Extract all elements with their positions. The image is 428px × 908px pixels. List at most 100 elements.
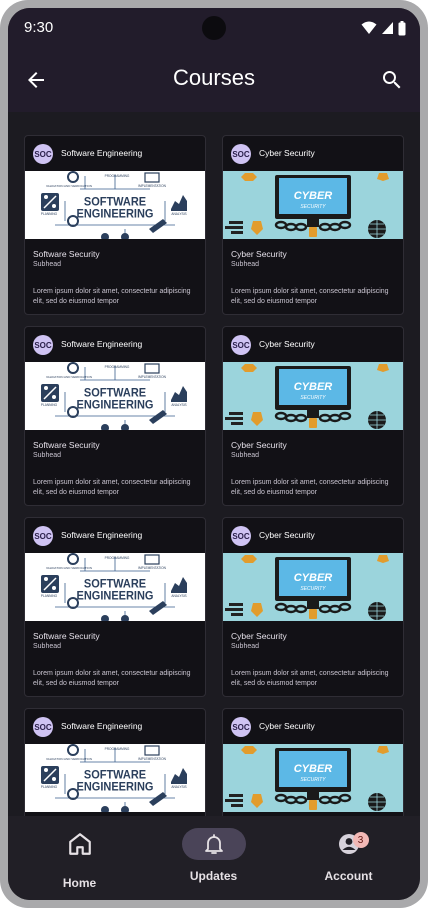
card-media: CYBER SECURITY xyxy=(223,553,403,621)
illustration-tag: ANALYSIS xyxy=(171,212,186,216)
illustration-tag: PLANNING xyxy=(41,212,58,216)
illustration-title-line1: CYBER xyxy=(294,763,333,775)
illustration-title-line2: ENGINEERING xyxy=(77,208,154,221)
screen: 9:30 Courses SOC Software Engineering SOFT… xyxy=(8,8,420,900)
card-title: Cyber Security xyxy=(259,148,315,158)
nav-updates-active-indicator xyxy=(181,828,246,860)
nav-home[interactable]: Home xyxy=(11,816,148,900)
card-media: CYBER SECURITY xyxy=(223,744,403,812)
card-header: SOC Software Engineering xyxy=(25,709,205,744)
course-card[interactable]: SOCCyber Security CYBER SECURITY Cyber Secu… xyxy=(222,135,404,315)
course-card[interactable]: SOCCyber SecurityCYBERSECURITYCyber Secu… xyxy=(222,517,404,697)
software-engineering-illustration: SOFTWAREENGINEERING PROGRAMMING IMPLEMENTA… xyxy=(25,744,205,812)
illustration-title-line1: SOFTWARE xyxy=(84,196,147,209)
illustration-tag: PROGRAMMING xyxy=(105,747,130,751)
card-subhead: Subhead xyxy=(33,643,62,650)
course-grid: SOC Software Engineering SOFTWARE ENGINEERI… xyxy=(24,135,404,816)
cyber-security-illustration: CYBER SECURITY xyxy=(223,362,403,430)
illustration-tag: ANALYSIS xyxy=(171,403,186,407)
card-description: Lorem ipsum dolor sit amet, consectetur … xyxy=(33,479,191,496)
illustration-title-line2: SECURITY xyxy=(300,586,326,592)
illustration-tag: IMPLEMENTATION xyxy=(138,184,167,188)
illustration-title-line2: ENGINEERING xyxy=(77,781,154,794)
card-description: Lorem ipsum dolor sit amet, consectetur … xyxy=(231,479,389,496)
illustration-tag: PLANNING xyxy=(41,594,58,598)
software-engineering-illustration: SOFTWAREENGINEERING PROGRAMMING IMPLEMENTA… xyxy=(25,553,205,621)
course-card[interactable]: SOC Software Engineering SOFTWARE ENGINEERI… xyxy=(24,708,206,816)
illustration-tag: VALIDATION AND VERIFICATION xyxy=(46,375,92,379)
illustration-title-line1: CYBER xyxy=(294,572,333,584)
card-avatar: SOC xyxy=(231,717,251,737)
nav-account-icon-container: 3 xyxy=(317,828,381,860)
course-card[interactable]: SOC Software Engineering SOFTWARE ENGINEERI… xyxy=(24,135,206,315)
illustration-title-line2: SECURITY xyxy=(300,204,326,210)
illustration-tag: PROGRAMMING xyxy=(105,174,130,178)
illustration-tag: PLANNING xyxy=(41,403,58,407)
nav-home-label: Home xyxy=(62,876,97,890)
wifi-icon xyxy=(361,21,377,34)
course-card[interactable]: SOC Software Engineering SOFTWARE ENGINEERI… xyxy=(24,326,206,506)
home-icon xyxy=(68,833,91,855)
camera-cutout xyxy=(202,16,226,40)
card-media: CYBER SECURITY xyxy=(223,362,403,430)
card-media: CYBER SECURITY xyxy=(223,171,403,239)
illustration-title-line2: ENGINEERING xyxy=(77,590,154,603)
card-course-name: Cyber Security xyxy=(231,440,287,450)
course-list[interactable]: SOC Software Engineering SOFTWARE ENGINEERI… xyxy=(8,112,420,816)
card-title: Cyber Security xyxy=(259,721,315,731)
illustration-title-line2: SECURITY xyxy=(300,777,326,783)
illustration-title-line1: SOFTWARE xyxy=(84,578,147,591)
illustration-title-line2: SECURITY xyxy=(300,395,326,401)
cyber-security-illustration: CYBER SECURITY xyxy=(223,553,403,621)
illustration-tag: IMPLEMENTATION xyxy=(138,757,167,761)
card-subhead: Subhead xyxy=(231,643,260,650)
page-title: Courses xyxy=(173,65,255,90)
card-header: SOC Software Engineering xyxy=(25,136,205,171)
card-avatar: SOC xyxy=(33,526,53,546)
card-title: Software Engineering xyxy=(61,148,143,158)
status-time: 9:30 xyxy=(24,19,54,36)
illustration-tag: PROGRAMMING xyxy=(105,365,130,369)
search-icon[interactable] xyxy=(380,68,404,92)
card-course-name: Software Security xyxy=(33,249,100,259)
illustration-tag: VALIDATION AND VERIFICATION xyxy=(46,184,92,188)
top-app-bar: Courses xyxy=(8,48,420,112)
illustration-tag: PLANNING xyxy=(41,785,58,789)
device-frame: 9:30 Courses SOC Software Engineering SOFT… xyxy=(0,0,428,908)
course-card[interactable]: SOC Software Engineering SOFTWARE ENGINEERI… xyxy=(24,517,206,697)
card-avatar: SOC xyxy=(231,335,251,355)
card-subhead: Subhead xyxy=(231,452,260,459)
card-avatar: SOC xyxy=(33,717,53,737)
card-header: SOC Cyber Security xyxy=(223,136,403,171)
cyber-security-illustration: CYBER SECURITY xyxy=(223,171,403,239)
battery-icon xyxy=(398,20,406,35)
card-course-name: Software Security xyxy=(33,440,100,450)
card-title: Software Engineering xyxy=(61,339,143,349)
illustration-title-line1: CYBER xyxy=(294,190,333,202)
nav-account[interactable]: 3 Account xyxy=(280,816,417,900)
nav-updates[interactable]: Updates xyxy=(145,816,282,900)
nav-updates-label: Updates xyxy=(189,869,238,883)
nav-home-icon-container xyxy=(48,828,112,860)
illustration-title-line1: SOFTWARE xyxy=(84,769,147,782)
illustration-tag: VALIDATION AND VERIFICATION xyxy=(46,566,92,570)
illustration-tag: VALIDATION AND VERIFICATION xyxy=(46,757,92,761)
course-card[interactable]: SOCCyber SecurityCYBERSECURITYCyber Secu… xyxy=(222,708,404,816)
card-title: Cyber Security xyxy=(259,530,315,540)
card-header: SOC Software Engineering xyxy=(25,518,205,553)
card-course-name: Cyber Security xyxy=(231,249,287,259)
card-subhead: Subhead xyxy=(231,261,260,268)
software-engineering-illustration: SOFTWAREENGINEERING PROGRAMMING IMPLEMENTA… xyxy=(25,171,205,239)
illustration-title-line1: SOFTWARE xyxy=(84,387,147,400)
illustration-tag: IMPLEMENTATION xyxy=(138,566,167,570)
illustration-tag: PROGRAMMING xyxy=(105,556,130,560)
card-description: Lorem ipsum dolor sit amet, consectetur … xyxy=(231,288,389,305)
illustration-title-line2: ENGINEERING xyxy=(77,399,154,412)
illustration-tag: IMPLEMENTATION xyxy=(138,375,167,379)
card-media: SOFTWARE ENGINEERING PROGRAMMING IMPLEMENTA… xyxy=(25,744,205,812)
card-course-name: Software Security xyxy=(33,631,100,641)
course-card[interactable]: SOCCyber SecurityCYBERSECURITYCyber Secu… xyxy=(222,326,404,506)
status-bar: 9:30 xyxy=(8,8,420,48)
cyber-security-illustration: CYBER SECURITY xyxy=(223,744,403,812)
card-avatar: SOC xyxy=(33,335,53,355)
